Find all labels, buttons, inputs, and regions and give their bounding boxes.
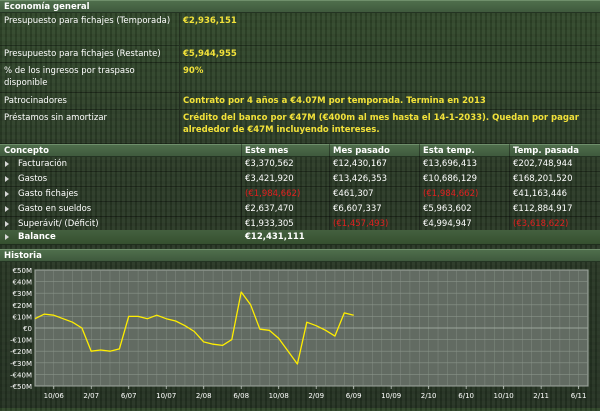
y-tick-label: €30M xyxy=(13,290,32,298)
y-tick-label: €20M xyxy=(13,302,32,310)
expand-arrow-icon[interactable] xyxy=(5,176,9,182)
y-tick-label: €0 xyxy=(23,325,32,333)
y-tick-label: -€20M xyxy=(10,348,32,356)
cell-value: €13,696,413 xyxy=(423,159,478,169)
row-label: Facturación xyxy=(18,159,68,169)
info-value: €5,944,955 xyxy=(183,49,237,59)
row-label: Gasto fichajes xyxy=(18,189,79,199)
finance-table-header: Concepto Este mes Mes pasado Esta temp. … xyxy=(0,144,600,157)
x-tick-label: 10/09 xyxy=(381,392,401,400)
table-row-expenses[interactable]: Gastos €3,421,920 €13,426,353 €10,686,129 €1… xyxy=(0,172,600,187)
info-row-sponsors: Patrocinadores Contrato por 4 años a €4.… xyxy=(0,93,600,110)
x-tick-label: 10/07 xyxy=(156,392,176,400)
info-value: Crédito del banco por €47M (€400m al mes… xyxy=(183,113,579,135)
x-tick-label: 6/09 xyxy=(346,392,362,400)
row-label: Gastos xyxy=(18,174,48,184)
info-label: Presupuesto para fichajes (Restante) xyxy=(4,49,161,59)
cell-value: €1,933,305 xyxy=(245,219,294,229)
table-row-transfer-spending[interactable]: Gasto fichajes (€1,984,662) €461,307 (€1,98… xyxy=(0,187,600,202)
x-tick-label: 2/08 xyxy=(196,392,212,400)
balance-value: €12,431,111 xyxy=(245,232,305,242)
expand-arrow-icon[interactable] xyxy=(5,191,9,197)
expand-arrow-icon[interactable] xyxy=(5,206,9,212)
x-tick-label: 2/10 xyxy=(421,392,437,400)
cell-value: €10,686,129 xyxy=(423,174,478,184)
cell-value: €13,426,353 xyxy=(333,174,388,184)
cell-value: €2,637,470 xyxy=(245,204,294,214)
y-tick-label: €10M xyxy=(13,313,32,321)
cell-value: €6,607,337 xyxy=(333,204,382,214)
cell-value: €112,884,917 xyxy=(513,204,573,214)
expand-arrow-icon[interactable] xyxy=(5,234,9,240)
info-row-loans: Préstamos sin amortizar Crédito del banc… xyxy=(0,110,600,144)
info-label: Patrocinadores xyxy=(4,96,67,106)
cell-value: €12,430,167 xyxy=(333,159,388,169)
cell-value: €202,748,944 xyxy=(513,159,573,169)
info-value: 90% xyxy=(183,66,204,76)
cell-value: (€3,618,622) xyxy=(513,219,569,229)
row-label: Superávit/ (Déficit) xyxy=(18,219,99,229)
expand-arrow-icon[interactable] xyxy=(5,221,9,227)
y-tick-label: -€40M xyxy=(10,371,32,379)
row-label: Gasto en sueldos xyxy=(18,204,92,214)
table-row-wages[interactable]: Gasto en sueldos €2,637,470 €6,607,337 €5,9… xyxy=(0,202,600,217)
table-row-revenue[interactable]: Facturación €3,370,562 €12,430,167 €13,696,… xyxy=(0,157,600,172)
history-chart-svg: €50M €40M €30M €20M €10M €0 -€10M -€20M -€30M -€4… xyxy=(10,267,589,400)
cell-value: €3,421,920 xyxy=(245,174,294,184)
y-tick-label: -€30M xyxy=(10,360,32,368)
x-tick-label: 6/07 xyxy=(121,392,137,400)
y-tick-label: €40M xyxy=(13,279,32,287)
balance-row[interactable]: Balance €12,431,111 xyxy=(0,230,600,245)
history-chart: €50M €40M €30M €20M €10M €0 -€10M -€20M -€30M -€4… xyxy=(0,264,600,408)
expand-arrow-icon[interactable] xyxy=(5,161,9,167)
cell-value: (€1,984,662) xyxy=(245,189,301,199)
cell-value: €5,963,602 xyxy=(423,204,472,214)
info-label: Presupuesto para fichajes (Temporada) xyxy=(4,16,171,26)
info-value: Contrato por 4 años a €4.07M por tempora… xyxy=(183,96,486,106)
x-tick-label: 10/10 xyxy=(494,392,514,400)
balance-label: Balance xyxy=(18,232,56,242)
cell-value: €41,163,446 xyxy=(513,189,568,199)
cell-value: €461,307 xyxy=(333,189,374,199)
x-tick-label: 6/10 xyxy=(458,392,474,400)
info-label: % de los ingresos por traspaso disponibl… xyxy=(4,66,135,88)
x-tick-label: 6/08 xyxy=(233,392,249,400)
economy-title: Economía general xyxy=(4,2,90,12)
x-tick-label: 6/11 xyxy=(571,392,587,400)
cell-value: €4,994,947 xyxy=(423,219,472,229)
cell-value: €3,370,562 xyxy=(245,159,294,169)
economy-section-header: Economía general xyxy=(0,0,600,13)
info-row-budget-season: Presupuesto para fichajes (Temporada) €2… xyxy=(0,13,600,46)
y-tick-label: -€10M xyxy=(10,337,32,345)
history-section-header: Historia xyxy=(0,249,600,262)
y-tick-label: -€50M xyxy=(10,383,32,391)
cell-value: €168,201,520 xyxy=(513,174,573,184)
info-value: €2,936,151 xyxy=(183,16,237,26)
info-label: Préstamos sin amortizar xyxy=(4,113,108,123)
cell-value: (€1,457,493) xyxy=(333,219,389,229)
x-tick-label: 2/07 xyxy=(83,392,99,400)
info-row-budget-remaining: Presupuesto para fichajes (Restante) €5,… xyxy=(0,46,600,63)
x-tick-label: 2/09 xyxy=(308,392,324,400)
history-title: Historia xyxy=(4,251,42,261)
x-tick-label: 2/11 xyxy=(533,392,549,400)
x-tick-label: 10/08 xyxy=(269,392,289,400)
cell-value: (€1,984,662) xyxy=(423,189,479,199)
x-tick-label: 10/06 xyxy=(44,392,65,400)
info-row-transfer-percent: % de los ingresos por traspaso disponibl… xyxy=(0,63,600,93)
y-tick-label: €50M xyxy=(13,267,32,275)
